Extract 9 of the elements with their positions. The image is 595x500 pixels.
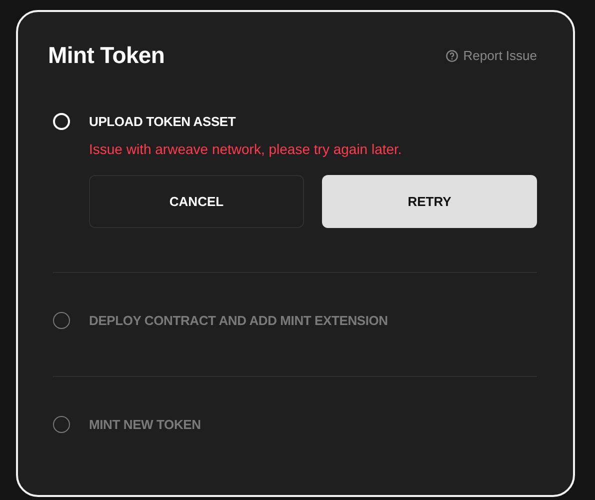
step-label: MINT NEW TOKEN	[89, 417, 201, 432]
step-label: DEPLOY CONTRACT AND ADD MINT EXTENSION	[89, 313, 388, 328]
dialog-title: Mint Token	[48, 42, 165, 69]
retry-button[interactable]: RETRY	[322, 175, 537, 228]
error-message: Issue with arweave network, please try again later.	[89, 141, 403, 157]
report-issue-link[interactable]: Report Issue	[446, 48, 537, 63]
step-label: UPLOAD TOKEN ASSET	[89, 114, 236, 129]
help-icon	[446, 50, 458, 62]
cancel-button[interactable]: CANCEL	[89, 175, 304, 228]
